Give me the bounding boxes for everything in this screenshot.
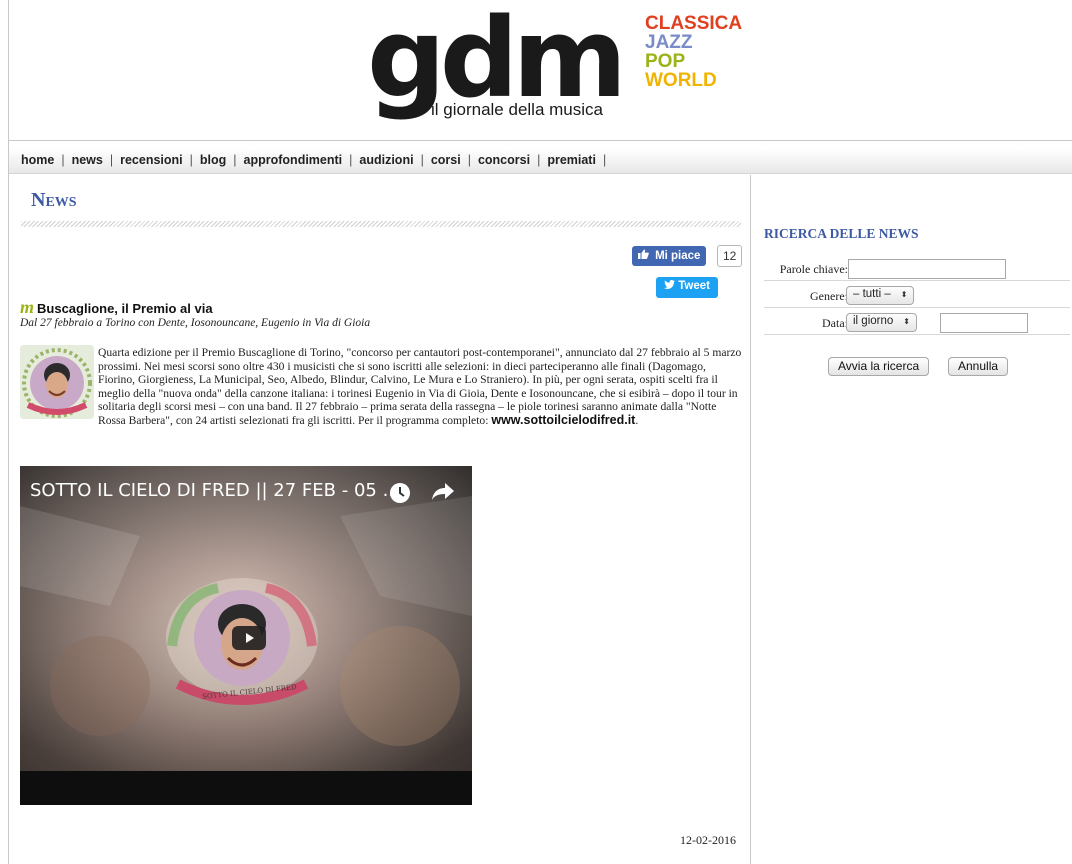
nav-separator: |	[537, 153, 541, 167]
nav-item-audizioni[interactable]: audizioni	[359, 153, 413, 167]
main-content: News Mi piace 12 Tweet m Buscaglione, il …	[9, 175, 751, 864]
nav-item-approfondimenti[interactable]: approfondimenti	[244, 153, 343, 167]
select-arrows-icon: ⬍	[903, 317, 910, 326]
article-date: 12-02-2016	[680, 833, 736, 847]
logo-genre-world: WORLD	[645, 70, 717, 91]
tweet-label: Tweet	[678, 280, 710, 292]
nav-item-recensioni[interactable]: recensioni	[120, 153, 183, 167]
nav-separator: |	[61, 153, 65, 167]
nav-item-corsi[interactable]: corsi	[431, 153, 461, 167]
genre-select-value: – tutti –	[853, 288, 891, 300]
play-button[interactable]	[232, 626, 266, 650]
like-count: 12	[717, 245, 743, 267]
genre-row: Genere: – tutti – ⬍	[764, 284, 1070, 308]
select-arrows-icon: ⬍	[900, 290, 908, 299]
logo-tagline: il giornale della musica	[431, 100, 603, 119]
thumbs-up-icon	[638, 249, 652, 262]
article-heading: m Buscaglione, il Premio al via	[20, 297, 213, 318]
main-nav: home | news | recensioni | blog | approfondiment…	[9, 148, 1072, 174]
article-title[interactable]: Buscaglione, il Premio al via	[37, 301, 213, 316]
article-body-end: .	[635, 413, 639, 427]
nav-separator: |	[109, 153, 114, 167]
page-title: News	[31, 189, 77, 211]
date-input[interactable]	[940, 313, 1028, 333]
search-button[interactable]: Avvia la ricerca	[828, 357, 930, 376]
nav-separator: |	[349, 153, 353, 167]
date-mode-select[interactable]: il giorno ⬍	[846, 313, 917, 332]
play-icon	[246, 633, 254, 643]
video-title[interactable]: SOTTO IL CIELO DI FRED || 27 FEB - 05 ..…	[30, 480, 400, 501]
logo-genres: CLASSICA JAZZ POP WORLD	[645, 14, 742, 90]
nav-item-blog[interactable]: blog	[200, 153, 226, 167]
genre-label: Genere:	[810, 289, 848, 303]
article-program-link[interactable]: www.sottoilcielodifred.it	[491, 413, 635, 427]
facebook-like-button[interactable]: Mi piace	[632, 246, 707, 266]
facebook-like-label: Mi piace	[655, 250, 701, 262]
keywords-row: Parole chiave:	[764, 257, 1070, 281]
masthead: gdm il giornale della musica CLASSICA JA…	[9, 0, 1072, 140]
video-bottom-bar	[20, 771, 472, 805]
page: gdm il giornale della musica CLASSICA JA…	[0, 0, 1072, 864]
date-row: Data: il giorno ⬍	[764, 311, 1070, 335]
genre-select[interactable]: – tutti – ⬍	[846, 286, 915, 305]
sidebar: RICERCA DELLE NEWS Parole chiave: Genere…	[752, 175, 1072, 864]
logo-genre-classica: CLASSICA	[645, 13, 743, 34]
nav-separator: |	[467, 153, 471, 167]
keywords-label: Parole chiave:	[779, 262, 848, 276]
nav-item-concorsi[interactable]: concorsi	[478, 153, 530, 167]
date-mode-value: il giorno	[853, 315, 894, 327]
nav-separator: |	[189, 153, 193, 167]
keywords-input[interactable]	[848, 259, 1006, 279]
tweet-button[interactable]: Tweet	[656, 277, 718, 298]
watch-later-icon[interactable]	[389, 482, 411, 509]
site-logo[interactable]: gdm il giornale della musica CLASSICA JA…	[367, 0, 767, 128]
article-body-text: Quarta edizione per il Premio Buscaglion…	[98, 346, 742, 427]
date-label: Data:	[822, 316, 848, 330]
article-body: Quarta edizione per il Premio Buscaglion…	[20, 346, 742, 428]
nav-separator: |	[420, 153, 424, 167]
nav-links: home | news | recensioni | blog | approfondiment…	[21, 153, 613, 167]
category-m-icon: m	[20, 297, 35, 317]
news-search-title: RICERCA DELLE NEWS	[764, 226, 919, 241]
cancel-button[interactable]: Annulla	[948, 357, 1009, 376]
nav-item-home[interactable]: home	[21, 153, 54, 167]
header-divider	[9, 140, 1072, 141]
nav-separator: |	[233, 153, 237, 167]
twitter-bird-icon	[664, 280, 678, 292]
title-underline	[21, 221, 741, 227]
logo-genre-jazz: JAZZ	[645, 32, 693, 53]
article-subtitle: Dal 27 febbraio a Torino con Dente, Ioso…	[20, 317, 371, 329]
nav-item-news[interactable]: news	[72, 153, 103, 167]
nav-separator: |	[602, 153, 607, 167]
nav-item-premiati[interactable]: premiati	[547, 153, 596, 167]
video-player[interactable]: SOTTO IL CIELO DI FRED || 27 FEB - 05 ..…	[20, 466, 472, 805]
share-icon[interactable]	[431, 480, 455, 507]
logo-wordmark: gdm	[367, 0, 627, 122]
logo-genre-pop: POP	[645, 51, 686, 72]
